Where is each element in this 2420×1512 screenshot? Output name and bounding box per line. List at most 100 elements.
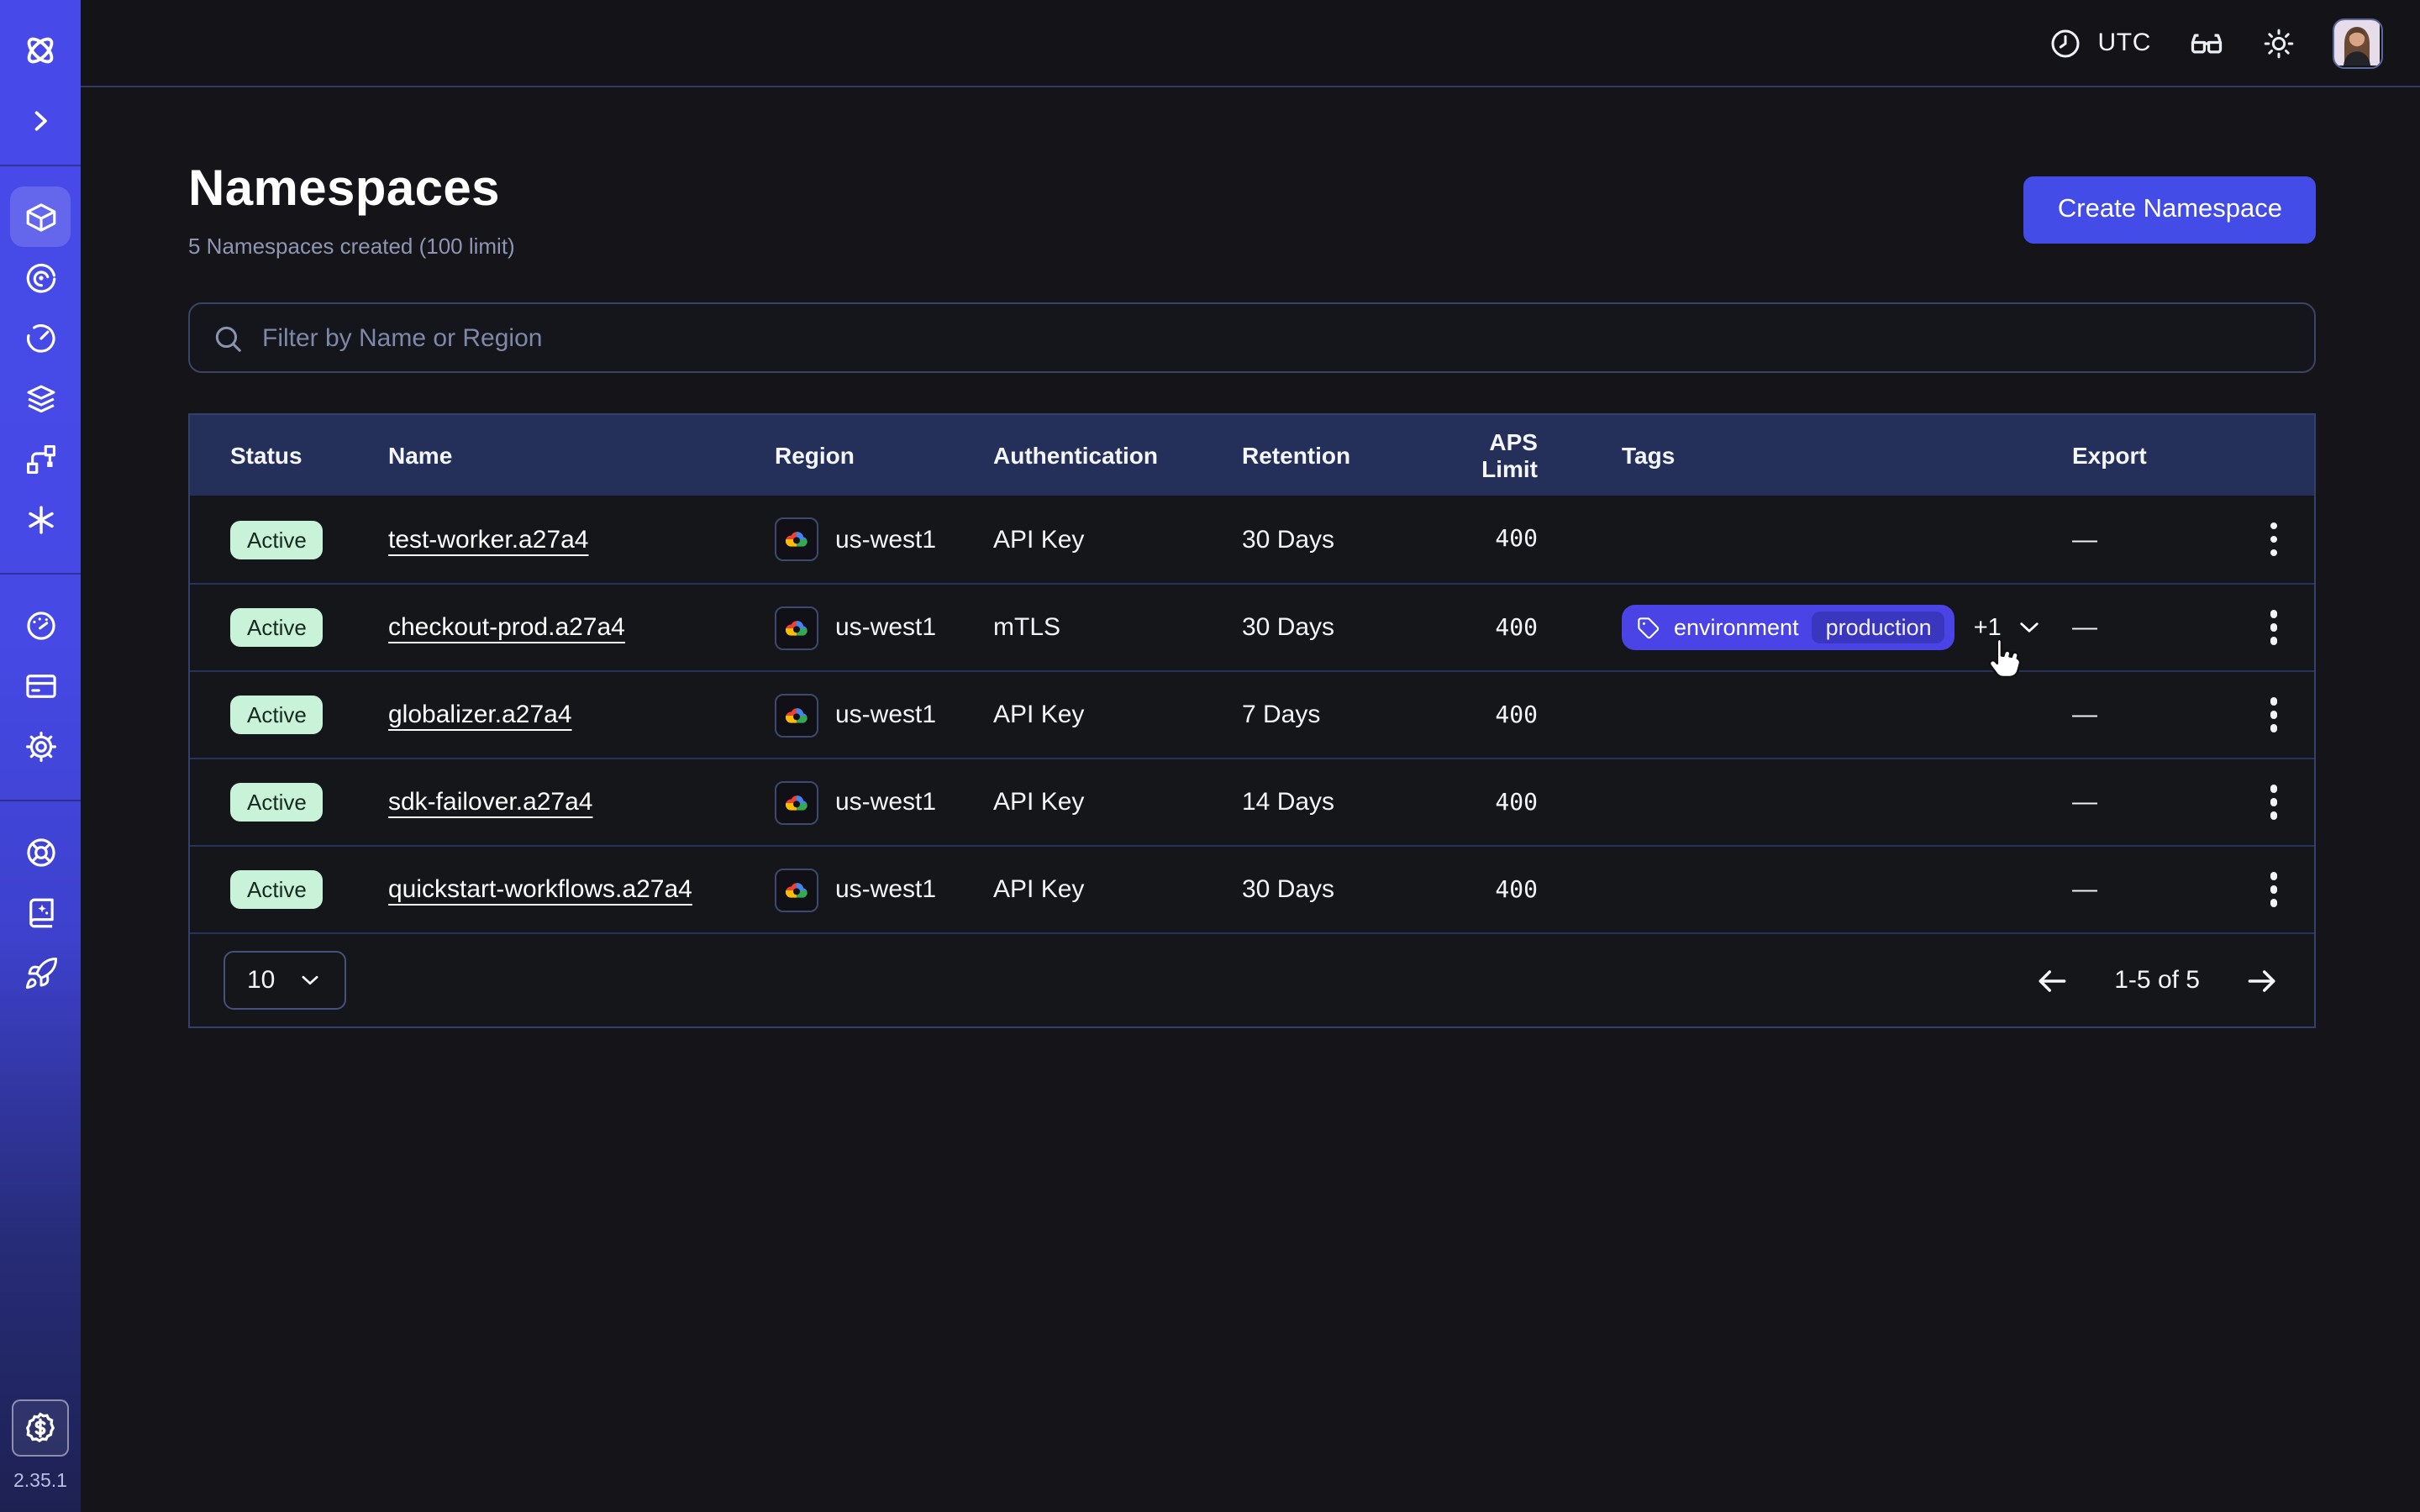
credits-button[interactable] [12, 1399, 69, 1457]
gcp-cloud-icon [775, 868, 818, 911]
aps-limit-cell: 400 [1432, 701, 1622, 728]
sidebar-item-schedules[interactable] [10, 307, 71, 368]
table-row: Active globalizer.a27a4 [190, 670, 2314, 758]
timezone-label: UTC [2098, 29, 2151, 57]
namespace-link[interactable]: test-worker.a27a4 [388, 525, 588, 554]
credit-card-icon [23, 668, 58, 703]
sidebar-item-usage[interactable] [10, 595, 71, 655]
status-badge: Active [230, 783, 324, 822]
labs-button[interactable] [2188, 24, 2225, 61]
tag-key: environment [1674, 615, 1799, 640]
column-header-region: Region [775, 442, 993, 469]
sidebar-item-settings[interactable] [10, 716, 71, 776]
aps-limit-cell: 400 [1432, 614, 1622, 641]
sidebar-item-billing[interactable] [10, 655, 71, 716]
eye-swirl-icon [23, 260, 58, 295]
namespace-link[interactable]: globalizer.a27a4 [388, 701, 572, 729]
filter-input[interactable] [262, 323, 2292, 352]
tag-pill[interactable]: environment production [1622, 605, 1955, 650]
temporal-logo-icon [20, 30, 60, 71]
next-page-button[interactable] [2244, 962, 2281, 999]
sidebar-item-nexus[interactable] [10, 428, 71, 489]
sun-icon [2262, 26, 2296, 60]
sidebar-item-namespaces[interactable] [10, 186, 71, 247]
tags-expand-button[interactable]: +1 [1974, 613, 2044, 642]
column-header-authentication: Authentication [993, 442, 1242, 469]
rocket-icon [23, 955, 58, 990]
page-subtitle: 5 Namespaces created (100 limit) [188, 234, 515, 259]
row-menu-button[interactable] [2250, 775, 2297, 830]
retention-cell: 14 Days [1242, 788, 1432, 816]
table-row: Active test-worker.a27a4 [190, 496, 2314, 583]
temporal-logo[interactable] [10, 20, 71, 81]
sidebar-divider [0, 800, 81, 801]
region-label: us-west1 [835, 788, 936, 816]
auth-cell: API Key [993, 525, 1242, 554]
namespace-link[interactable]: checkout-prod.a27a4 [388, 613, 625, 642]
chevron-right-icon [25, 106, 55, 136]
previous-page-button[interactable] [2033, 962, 2070, 999]
sidebar-item-monitor[interactable] [10, 247, 71, 307]
status-badge: Active [230, 608, 324, 647]
row-menu-button[interactable] [2250, 601, 2297, 655]
region-label: us-west1 [835, 613, 936, 642]
chevron-down-icon [297, 968, 322, 993]
tags-more-count: +1 [1974, 614, 2002, 641]
auth-cell: API Key [993, 788, 1242, 816]
sidebar-item-docs[interactable] [10, 882, 71, 942]
filter-bar [188, 302, 2316, 373]
book-sparkle-icon [23, 895, 58, 930]
sidebar-divider [0, 165, 81, 166]
lifebuoy-icon [23, 834, 58, 869]
sidebar-item-support[interactable] [10, 822, 71, 882]
status-badge: Active [230, 520, 324, 559]
export-cell: — [2072, 613, 2240, 642]
app-version: 2.35.1 [13, 1472, 67, 1492]
retention-cell: 30 Days [1242, 525, 1432, 554]
sidebar: 2.35.1 [0, 0, 81, 1512]
column-header-aps-limit: APS Limit [1432, 428, 1622, 482]
retention-cell: 30 Days [1242, 875, 1432, 904]
auth-cell: mTLS [993, 613, 1242, 642]
region-label: us-west1 [835, 701, 936, 729]
auth-cell: API Key [993, 701, 1242, 729]
sidebar-item-integrations[interactable] [10, 489, 71, 549]
theme-toggle-button[interactable] [2262, 26, 2296, 60]
content: Namespaces 5 Namespaces created (100 lim… [81, 87, 2420, 1512]
asterisk-icon [23, 501, 58, 537]
gcp-cloud-icon [775, 693, 818, 737]
tags-cell: environment production +1 [1622, 605, 2072, 650]
sidebar-item-stack[interactable] [10, 368, 71, 428]
sidebar-item-get-started[interactable] [10, 942, 71, 1003]
gcp-cloud-icon [775, 606, 818, 649]
glasses-icon [2188, 24, 2225, 61]
badge-dollar-icon [22, 1410, 59, 1446]
user-avatar[interactable] [2333, 18, 2383, 68]
sidebar-expand-button[interactable] [10, 91, 71, 151]
topbar: UTC [81, 0, 2420, 87]
timezone-button[interactable]: UTC [2049, 26, 2151, 60]
column-header-tags: Tags [1622, 442, 2072, 469]
app-window: 2.35.1 UTC [0, 0, 2420, 1512]
page-title: Namespaces [188, 161, 515, 218]
table-row: Active quickstart-workflows.a27a4 [190, 845, 2314, 932]
create-namespace-button[interactable]: Create Namespace [2024, 176, 2316, 244]
region-label: us-west1 [835, 875, 936, 904]
page-size-select[interactable]: 10 [224, 951, 345, 1010]
namespace-link[interactable]: sdk-failover.a27a4 [388, 788, 593, 816]
gcp-cloud-icon [775, 517, 818, 561]
table-body: Active test-worker.a27a4 [190, 496, 2314, 932]
row-menu-button[interactable] [2250, 512, 2297, 567]
cube-icon [23, 199, 58, 234]
table-footer: 10 1-5 of 5 [190, 932, 2314, 1026]
namespace-link[interactable]: quickstart-workflows.a27a4 [388, 875, 692, 904]
column-header-status: Status [230, 442, 388, 469]
aps-limit-cell: 400 [1432, 526, 1622, 553]
tag-value: production [1812, 612, 1945, 643]
sidebar-divider [0, 573, 81, 575]
region-label: us-west1 [835, 525, 936, 554]
pagination-range: 1-5 of 5 [2114, 966, 2200, 995]
row-menu-button[interactable] [2250, 688, 2297, 743]
page-size-value: 10 [247, 966, 275, 995]
row-menu-button[interactable] [2250, 863, 2297, 917]
